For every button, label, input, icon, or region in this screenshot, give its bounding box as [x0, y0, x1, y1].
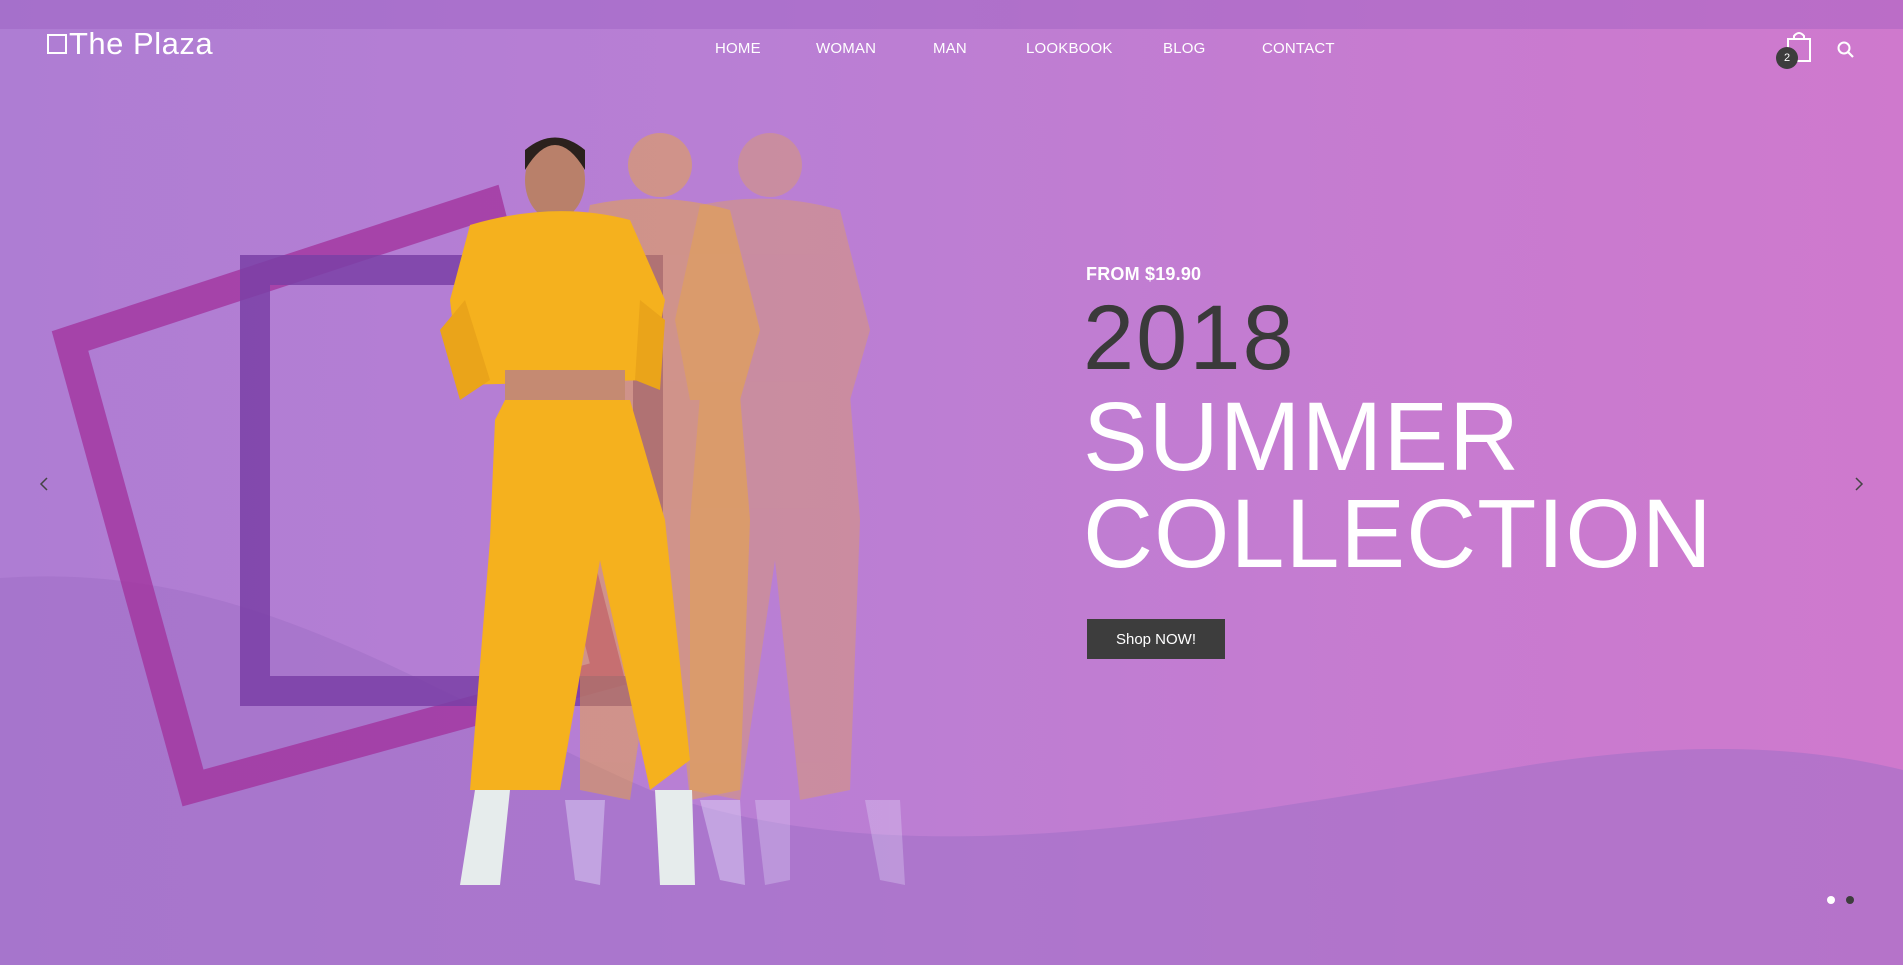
search-icon[interactable]	[1836, 40, 1856, 60]
main-nav: HOME WOMAN MAN LOOKBOOK BLOG CONTACT	[0, 40, 1903, 60]
nav-blog[interactable]: BLOG	[1163, 40, 1205, 57]
nav-home[interactable]: HOME	[715, 40, 761, 57]
slider-dot-1[interactable]	[1827, 896, 1835, 904]
nav-man[interactable]: MAN	[933, 40, 967, 57]
hero-price: FROM $19.90	[1086, 264, 1202, 284]
hero-title-line2: COLLECTION	[1083, 479, 1713, 588]
hero-year: 2018	[1083, 287, 1296, 389]
slider-dot-2[interactable]	[1846, 896, 1854, 904]
nav-contact[interactable]: CONTACT	[1262, 40, 1335, 57]
nav-woman[interactable]: WOMAN	[816, 40, 876, 57]
shop-now-button[interactable]: Shop NOW!	[1087, 619, 1225, 659]
nav-lookbook[interactable]: LOOKBOOK	[1026, 40, 1113, 57]
cart-count-badge: 2	[1776, 47, 1798, 69]
arrow-left-icon[interactable]	[35, 472, 53, 496]
arrow-right-icon[interactable]	[1850, 472, 1868, 496]
hero-title-line1: SUMMER	[1083, 382, 1521, 491]
